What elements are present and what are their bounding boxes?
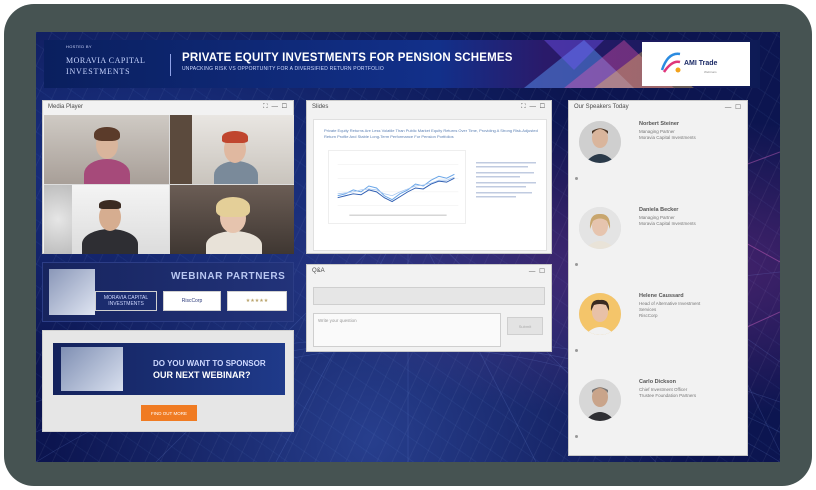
partner-logo-trustee[interactable]: ★★★★★ xyxy=(227,291,287,311)
partner-logo-tag: Webinars xyxy=(704,70,717,74)
window-controls[interactable]: — ☐ xyxy=(725,103,742,111)
qa-panel: Q&A — ☐ Write your question Submit xyxy=(306,264,552,352)
question-input[interactable]: Write your question xyxy=(313,313,501,347)
slide-chart xyxy=(328,150,466,224)
window-controls[interactable]: ⛶ — ☐ xyxy=(263,103,288,111)
partner-logo[interactable]: AMI Trade Webinars xyxy=(642,42,750,86)
speaker-org: Trustee Foundation Partners xyxy=(639,393,697,398)
speakers-panel: Our Speakers Today — ☐ Norbert Steiner M… xyxy=(568,100,748,456)
speaker-name: Norbert Steiner xyxy=(639,121,680,127)
partners-image xyxy=(49,269,95,315)
video-tile-1[interactable] xyxy=(44,115,169,184)
media-player-title: Media Player xyxy=(48,104,84,110)
speaker-name: Carlo Dickson xyxy=(639,379,676,385)
speaker-role: Head of Alternative Investment xyxy=(639,301,701,306)
partners-title: WEBINAR PARTNERS xyxy=(171,271,286,282)
host-org-line2: INVESTMENTS xyxy=(66,67,131,76)
speaker-card[interactable]: Carlo Dickson Chief Investment Officer T… xyxy=(575,375,745,459)
partner-logo-moravia[interactable]: MORAVIA CAPITAL INVESTMENTS xyxy=(95,291,157,311)
sponsor-line2: OUR NEXT WEBINAR? xyxy=(153,370,251,380)
bullet xyxy=(575,435,578,438)
avatar xyxy=(579,293,621,335)
speaker-name: Helene Caussard xyxy=(639,293,684,299)
speaker-role: Chief Investment Officer xyxy=(639,387,688,392)
slides-panel: Slides ⛶ — ☐ Private Equity Returns Are … xyxy=(306,100,552,254)
speaker-org: Services xyxy=(639,307,657,312)
slides-title: Slides xyxy=(312,104,329,110)
bullet xyxy=(575,263,578,266)
webinar-partners-banner: WEBINAR PARTNERS MORAVIA CAPITAL INVESTM… xyxy=(42,262,294,322)
device-frame: HOSTED BY MORAVIA CAPITAL INVESTMENTS PR… xyxy=(4,4,812,486)
speaker-org: Moravia Capital Investments xyxy=(639,221,696,226)
submit-question-button[interactable]: Submit xyxy=(507,317,543,335)
qa-question-list xyxy=(313,287,545,305)
slide-heading: Private Equity Returns Are Less Volatile… xyxy=(324,128,538,139)
hosted-by-label: HOSTED BY xyxy=(66,44,92,49)
banner-divider xyxy=(170,54,171,76)
avatar xyxy=(579,121,621,163)
speaker-card[interactable]: Daniela Becker Managing Partner Moravia … xyxy=(575,203,745,287)
webinar-title: PRIVATE EQUITY INVESTMENTS FOR PENSION S… xyxy=(182,52,513,64)
bullet xyxy=(575,177,578,180)
webinar-subtitle: UNPACKING RISK VS OPPORTUNITY FOR A DIVE… xyxy=(182,66,384,72)
speaker-role: Managing Partner xyxy=(639,129,675,134)
window-controls[interactable]: — ☐ xyxy=(529,267,546,275)
speakers-header: Our Speakers Today — ☐ xyxy=(569,101,747,115)
media-player-panel: Media Player ⛶ — ☐ xyxy=(42,100,294,254)
video-tile-4[interactable] xyxy=(169,185,294,254)
speaker-role: Managing Partner xyxy=(639,215,675,220)
sponsor-image xyxy=(61,347,123,391)
webinar-screen: HOSTED BY MORAVIA CAPITAL INVESTMENTS PR… xyxy=(36,32,780,462)
speaker-card[interactable]: Norbert Steiner Managing Partner Moravia… xyxy=(575,117,745,201)
sponsor-line1: DO YOU WANT TO SPONSOR xyxy=(153,359,266,368)
video-grid xyxy=(44,115,294,254)
qa-header: Q&A — ☐ xyxy=(307,265,551,279)
partner-logo-name: AMI Trade xyxy=(684,60,718,67)
media-player-header: Media Player ⛶ — ☐ xyxy=(43,101,293,115)
host-org-line1: MORAVIA CAPITAL xyxy=(66,56,146,65)
bullet xyxy=(575,349,578,352)
speaker-extra: RiscCorp xyxy=(639,313,658,318)
slide-canvas: Private Equity Returns Are Less Volatile… xyxy=(313,119,547,251)
avatar xyxy=(579,207,621,249)
video-tile-2[interactable] xyxy=(169,115,294,184)
speaker-org: Moravia Capital Investments xyxy=(639,135,696,140)
partner-logo-risccorp[interactable]: RiscCorp xyxy=(163,291,221,311)
window-controls[interactable]: ⛶ — ☐ xyxy=(521,103,546,111)
avatar xyxy=(579,379,621,421)
event-banner: HOSTED BY MORAVIA CAPITAL INVESTMENTS PR… xyxy=(44,40,760,88)
slide-notes xyxy=(476,162,536,198)
speaker-card[interactable]: Helene Caussard Head of Alternative Inve… xyxy=(575,289,745,373)
speaker-name: Daniela Becker xyxy=(639,207,679,213)
sponsor-promo: DO YOU WANT TO SPONSOR OUR NEXT WEBINAR?… xyxy=(42,330,294,432)
sponsor-banner: DO YOU WANT TO SPONSOR OUR NEXT WEBINAR? xyxy=(53,343,285,395)
video-tile-3[interactable] xyxy=(44,185,169,254)
slides-header: Slides ⛶ — ☐ xyxy=(307,101,551,115)
qa-title: Q&A xyxy=(312,268,325,274)
speakers-title: Our Speakers Today xyxy=(574,104,629,110)
ami-logo-icon xyxy=(660,52,681,73)
find-out-more-button[interactable]: FIND OUT MORE xyxy=(141,405,197,421)
